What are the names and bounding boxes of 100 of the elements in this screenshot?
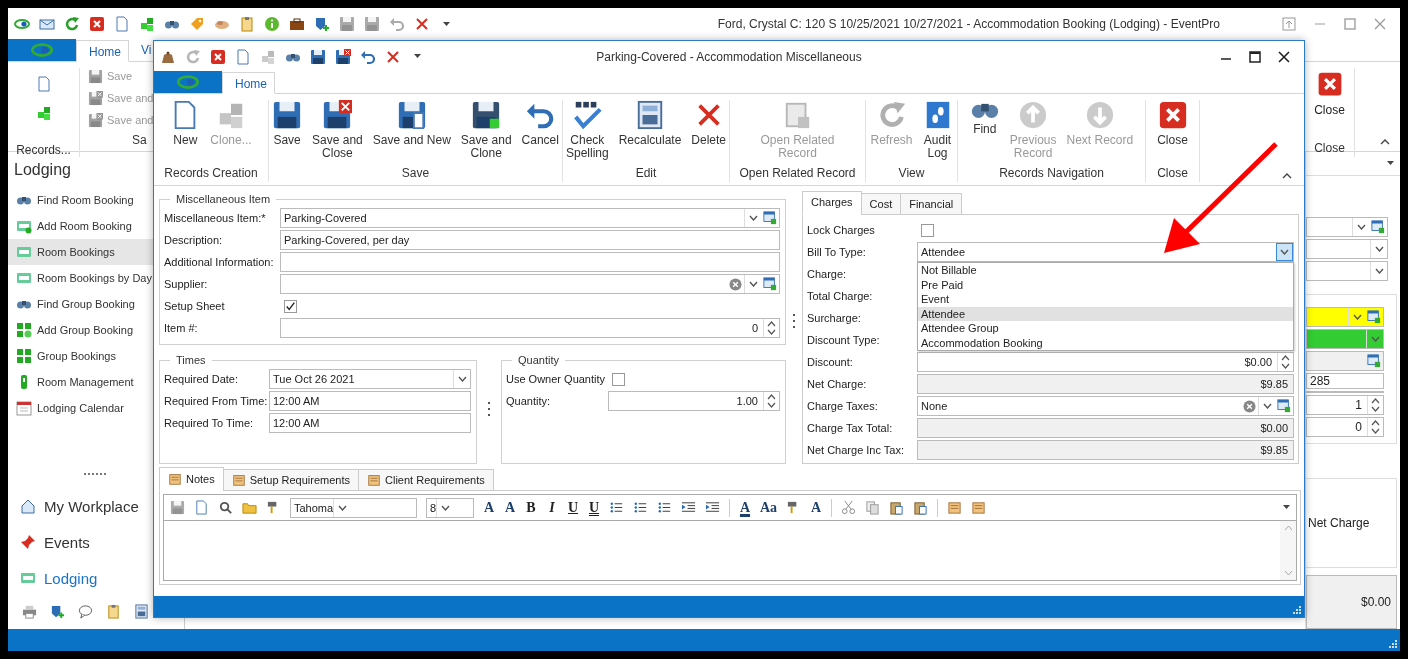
delete-icon[interactable]	[385, 48, 401, 65]
indent-icon[interactable]	[705, 500, 720, 515]
lookup-button[interactable]	[1365, 308, 1383, 326]
format-button[interactable]: A	[483, 499, 495, 516]
ribbon-tab[interactable]: Home	[76, 40, 129, 62]
text-field[interactable]: Parking-Covered, per day	[280, 230, 780, 250]
paste-icon[interactable]	[889, 500, 905, 515]
bullet-list-icon[interactable]	[609, 500, 624, 515]
printer-icon[interactable]	[22, 604, 37, 619]
nav-item[interactable]: Group Bookings	[8, 343, 153, 369]
ribbon-button[interactable]: Close	[1154, 100, 1191, 166]
ribbon-button[interactable]: Recalculate	[615, 100, 685, 166]
ribbon-button[interactable]: Find	[966, 100, 1003, 166]
scissors-icon[interactable]	[841, 500, 857, 515]
text-field[interactable]	[280, 252, 780, 272]
splitter-grip[interactable]	[84, 472, 108, 476]
text-field[interactable]: 285	[1306, 373, 1384, 389]
dropdown-option[interactable]: Pre Paid	[918, 277, 1293, 292]
page-icon[interactable]	[114, 16, 130, 32]
refresh-icon[interactable]	[64, 16, 80, 32]
nav-item[interactable]: Room Bookings by Day	[8, 265, 153, 291]
nav-section[interactable]: Lodging	[8, 560, 184, 596]
text-field[interactable]: 12:00 AM	[269, 391, 471, 411]
number-field[interactable]: 0	[280, 318, 780, 338]
envelope-icon[interactable]	[39, 16, 55, 32]
dropdown-field[interactable]: None	[917, 396, 1294, 416]
splitter-grip[interactable]	[487, 401, 491, 417]
checkbox[interactable]	[284, 299, 297, 313]
lookup-button[interactable]	[1275, 397, 1293, 415]
format-button[interactable]: B	[525, 499, 537, 516]
format-button[interactable]: I	[546, 499, 558, 516]
ribbon-tab[interactable]: Home	[222, 72, 275, 94]
ribbon-button[interactable]: Audit Log	[919, 100, 956, 166]
collapse-ribbon-icon[interactable]	[1282, 172, 1292, 179]
caret-icon[interactable]	[1283, 505, 1290, 510]
number-field[interactable]: 1.00	[608, 391, 780, 411]
tab[interactable]: Notes	[159, 467, 224, 491]
dropdown-field[interactable]: Tue Oct 26 2021	[269, 369, 471, 389]
number-field[interactable]: $0.00	[917, 352, 1294, 372]
ribbon-button[interactable]: Save	[269, 100, 306, 166]
font-size-dropdown[interactable]: 8	[426, 497, 474, 518]
save-close-icon[interactable]	[335, 48, 351, 65]
dropdown-field[interactable]: Parking-Covered	[280, 208, 780, 228]
dropdown-field[interactable]	[1306, 307, 1384, 327]
caret-icon[interactable]	[1387, 161, 1394, 166]
paste-icon[interactable]	[913, 500, 929, 515]
clear-button[interactable]	[726, 275, 744, 293]
format-button[interactable]: Aa	[760, 499, 778, 516]
nav-item[interactable]: Lodging Calendar	[8, 395, 153, 421]
dropdown-option[interactable]: Not Billable	[918, 263, 1293, 278]
ribbon-button[interactable]: Save and Clone	[457, 100, 515, 166]
splitter-grip[interactable]	[792, 313, 796, 329]
format-button[interactable]: U	[567, 499, 579, 516]
bullet-list-icon[interactable]	[657, 500, 672, 515]
lookup-button[interactable]	[1369, 218, 1387, 236]
number-field[interactable]: 1	[1306, 395, 1384, 415]
lookup-button[interactable]	[761, 275, 779, 293]
nav-item[interactable]: Find Group Booking	[8, 291, 153, 317]
ribbon-button[interactable]: Save and New	[369, 100, 454, 166]
clear-button[interactable]	[1240, 397, 1258, 415]
pin-window-icon[interactable]	[1282, 17, 1296, 31]
dropdown-field[interactable]	[280, 274, 780, 294]
speech-bubble-icon[interactable]	[78, 604, 93, 619]
notepad-icon[interactable]	[971, 500, 987, 515]
checkbox[interactable]	[921, 223, 934, 237]
dropdown-field[interactable]	[1306, 217, 1388, 237]
format-button[interactable]: A	[739, 499, 751, 516]
resize-grip[interactable]	[1389, 640, 1397, 648]
resize-grip[interactable]	[1293, 606, 1301, 614]
logo-icon[interactable]	[14, 16, 30, 32]
clipboard-icon[interactable]	[106, 604, 121, 619]
tab[interactable]: Charges	[802, 191, 862, 215]
dropdown-option[interactable]: Attendee	[918, 306, 1293, 321]
close-icon[interactable]	[1278, 50, 1290, 63]
lookup-field[interactable]	[1306, 351, 1384, 371]
format-button[interactable]: U	[588, 499, 600, 516]
nav-item[interactable]: Add Group Booking	[8, 317, 153, 343]
delete-icon[interactable]	[414, 16, 430, 32]
nav-item[interactable]: Find Room Booking	[8, 187, 153, 213]
dropdown-field[interactable]	[1306, 239, 1388, 259]
folder-icon[interactable]	[242, 500, 257, 515]
caret-icon[interactable]	[414, 54, 421, 59]
tab[interactable]: Financial	[900, 193, 963, 215]
binoculars-icon[interactable]	[164, 19, 180, 29]
indent-icon[interactable]	[681, 500, 696, 515]
number-field[interactable]: 0	[1306, 417, 1384, 437]
shield-icon[interactable]	[314, 16, 330, 32]
format-button[interactable]: A	[810, 499, 823, 516]
dropdown-field[interactable]	[1306, 261, 1388, 281]
caret-icon[interactable]	[443, 21, 450, 27]
calculator-icon[interactable]	[134, 604, 149, 619]
briefcase-icon[interactable]	[289, 16, 305, 32]
bullet-list-icon[interactable]	[633, 500, 648, 515]
font-dropdown[interactable]: Tahoma	[290, 497, 417, 518]
nav-item[interactable]: Add Room Booking	[8, 213, 153, 239]
lookup-button[interactable]	[761, 209, 779, 227]
maximize-icon[interactable]	[1249, 50, 1261, 63]
ribbon-button[interactable]: Cancel	[518, 100, 562, 166]
cubes-icon[interactable]	[35, 105, 52, 121]
lookup-button[interactable]	[1365, 352, 1383, 370]
